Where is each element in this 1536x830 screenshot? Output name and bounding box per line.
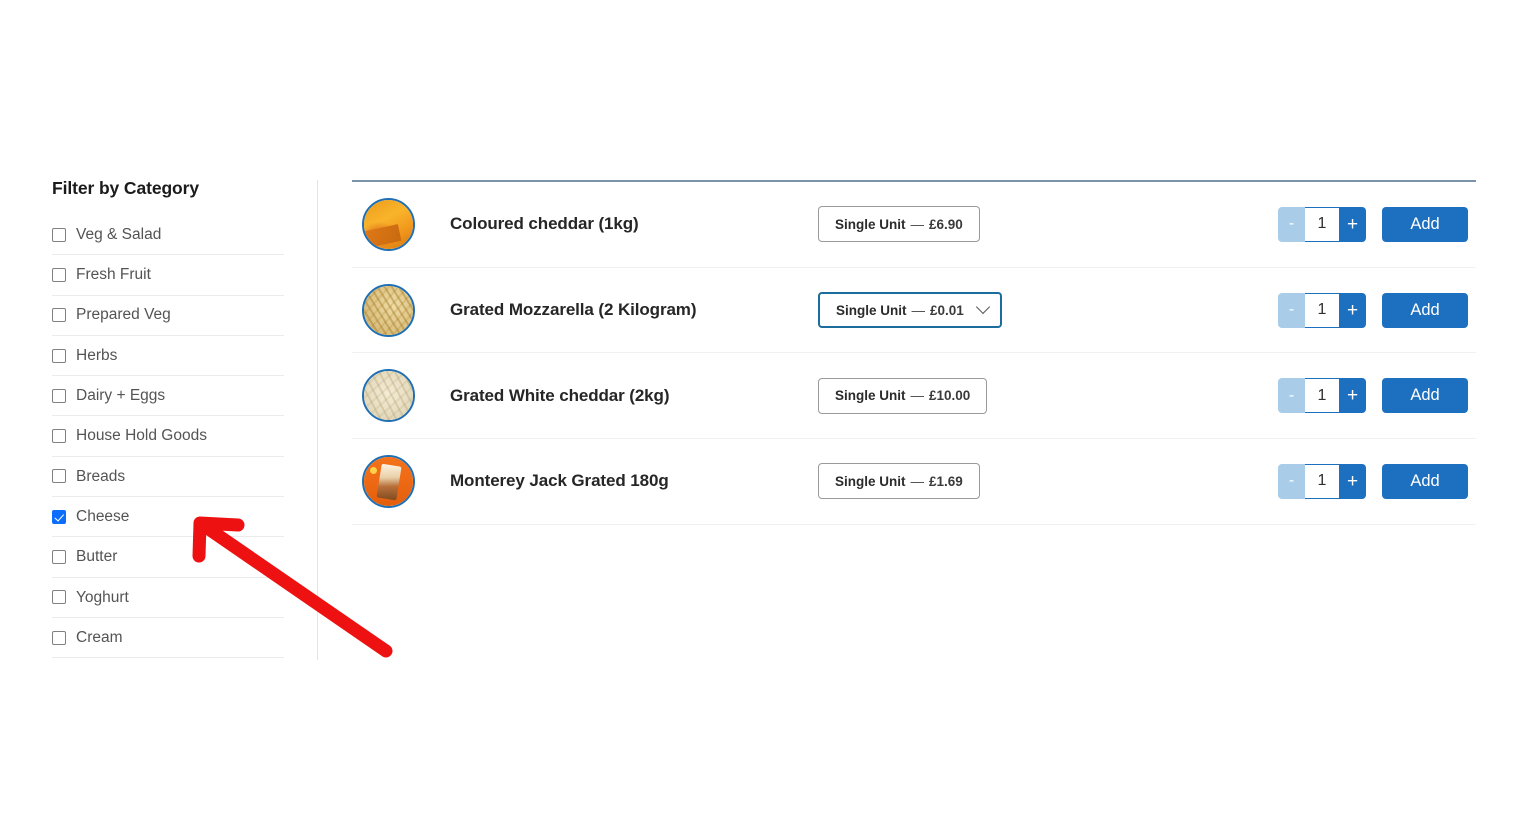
category-filter-list: Veg & Salad Fresh Fruit Prepared Veg Herbs D… bbox=[52, 215, 284, 659]
quantity-increase-button[interactable]: + bbox=[1339, 206, 1366, 242]
product-row: Coloured cheddar (1kg) Single Unit — £6.90 -… bbox=[352, 182, 1476, 268]
quantity-stepper: -1 + bbox=[1278, 206, 1366, 242]
quantity-decrease-button[interactable]: - bbox=[1278, 292, 1305, 328]
add-to-cart-button[interactable]: Add bbox=[1382, 292, 1468, 328]
category-filter-item[interactable]: Breads bbox=[52, 457, 284, 498]
add-to-cart-button[interactable]: Add bbox=[1382, 206, 1468, 242]
unit-price-value: £1.69 bbox=[929, 473, 963, 489]
checkbox-checked-icon[interactable] bbox=[52, 509, 66, 524]
unit-price-separator: — bbox=[911, 302, 926, 318]
product-row-actions: -1 + Add bbox=[1278, 206, 1468, 242]
unit-price-separator: — bbox=[910, 473, 925, 489]
quantity-decrease-button[interactable]: - bbox=[1278, 206, 1305, 242]
add-to-cart-button[interactable]: Add bbox=[1382, 378, 1468, 414]
unit-price-box[interactable]: Single Unit — £1.69 bbox=[818, 463, 980, 500]
quantity-input[interactable]: 1 bbox=[1305, 206, 1339, 242]
monterey-jack-pack-image bbox=[364, 456, 413, 506]
checkbox-unchecked-icon[interactable] bbox=[52, 630, 66, 645]
unit-price-box[interactable]: Single Unit — £6.90 bbox=[818, 206, 980, 243]
checkbox-unchecked-icon[interactable] bbox=[52, 227, 66, 242]
category-filter-item[interactable]: Herbs bbox=[52, 336, 284, 377]
filter-by-category-heading: Filter by Category bbox=[52, 178, 199, 198]
quantity-input[interactable]: 1 bbox=[1305, 463, 1339, 499]
product-row: Monterey Jack Grated 180g Single Unit — £1.… bbox=[352, 439, 1476, 525]
grated-white-cheddar-image bbox=[364, 371, 413, 421]
product-thumbnail[interactable] bbox=[362, 197, 415, 251]
unit-price-box[interactable]: Single Unit — £10.00 bbox=[818, 377, 988, 414]
quantity-increase-button[interactable]: + bbox=[1339, 463, 1366, 499]
product-row: Grated White cheddar (2kg) Single Unit — £1… bbox=[352, 353, 1476, 440]
quantity-stepper: -1 + bbox=[1278, 292, 1366, 328]
product-row-actions: -1 + Add bbox=[1278, 378, 1468, 414]
category-filter-item[interactable]: Yoghurt bbox=[52, 578, 284, 618]
unit-label: Single Unit bbox=[835, 473, 906, 489]
quantity-stepper: -1 + bbox=[1278, 463, 1366, 499]
category-filter-item[interactable]: Cheese bbox=[52, 497, 284, 538]
category-filter-label: Veg & Salad bbox=[76, 225, 162, 243]
category-filter-item[interactable]: Butter bbox=[52, 537, 284, 578]
category-filter-label: Cheese bbox=[76, 507, 130, 525]
quantity-input[interactable]: 1 bbox=[1305, 378, 1339, 414]
cheddar-block-image bbox=[364, 199, 413, 249]
unit-price-value: £10.00 bbox=[929, 388, 971, 404]
unit-label: Single Unit bbox=[836, 302, 907, 318]
quantity-decrease-button[interactable]: - bbox=[1278, 463, 1305, 499]
quantity-input[interactable]: 1 bbox=[1305, 292, 1339, 328]
sidebar-content-divider bbox=[317, 180, 318, 660]
product-thumbnail[interactable] bbox=[362, 283, 415, 337]
category-filter-item[interactable]: House Hold Goods bbox=[52, 416, 284, 457]
checkbox-unchecked-icon[interactable] bbox=[52, 550, 66, 565]
unit-price-select[interactable]: Single Unit — £0.01 bbox=[818, 292, 1002, 329]
product-rows-container: Coloured cheddar (1kg) Single Unit — £6.90-… bbox=[352, 182, 1476, 525]
quantity-increase-button[interactable]: + bbox=[1339, 378, 1366, 414]
category-filter-item[interactable]: Fresh Fruit bbox=[52, 255, 284, 296]
checkbox-unchecked-icon[interactable] bbox=[52, 348, 66, 363]
category-filter-label: Yoghurt bbox=[76, 588, 129, 606]
chevron-down-icon[interactable] bbox=[975, 299, 990, 315]
product-list: Coloured cheddar (1kg) Single Unit — £6.90-… bbox=[352, 180, 1476, 525]
category-filter-label: Fresh Fruit bbox=[76, 266, 151, 284]
category-filter-label: House Hold Goods bbox=[76, 427, 207, 445]
product-name: Coloured cheddar (1kg) bbox=[450, 214, 639, 234]
category-filter-label: Herbs bbox=[76, 346, 118, 364]
category-filter-item[interactable]: Prepared Veg bbox=[52, 296, 284, 336]
checkbox-unchecked-icon[interactable] bbox=[52, 267, 66, 282]
grated-mozzarella-image bbox=[364, 285, 413, 335]
category-filter-item[interactable]: Dairy + Eggs bbox=[52, 376, 284, 417]
product-name: Monterey Jack Grated 180g bbox=[450, 471, 669, 491]
category-filter-label: Prepared Veg bbox=[76, 306, 171, 324]
quantity-increase-button[interactable]: + bbox=[1339, 292, 1366, 328]
unit-price-separator: — bbox=[910, 388, 925, 404]
product-row-actions: -1 + Add bbox=[1278, 292, 1468, 328]
category-filter-sidebar: Filter by Category Veg & Salad Fresh Frui… bbox=[52, 178, 284, 659]
category-filter-item[interactable]: Cream bbox=[52, 618, 284, 659]
category-filter-label: Dairy + Eggs bbox=[76, 387, 166, 405]
product-thumbnail[interactable] bbox=[362, 454, 415, 508]
product-row: Grated Mozzarella (2 Kilogram) Single Uni… bbox=[352, 268, 1476, 354]
category-filter-label: Cream bbox=[76, 628, 123, 646]
product-row-actions: -1 + Add bbox=[1278, 463, 1468, 499]
checkbox-unchecked-icon[interactable] bbox=[52, 388, 66, 403]
unit-label: Single Unit bbox=[835, 216, 906, 232]
product-name: Grated Mozzarella (2 Kilogram) bbox=[450, 300, 697, 320]
category-filter-label: Butter bbox=[76, 548, 118, 566]
quantity-stepper: -1 + bbox=[1278, 378, 1366, 414]
unit-label: Single Unit bbox=[835, 388, 906, 404]
category-filter-label: Breads bbox=[76, 467, 126, 485]
checkbox-unchecked-icon[interactable] bbox=[52, 469, 66, 484]
checkbox-unchecked-icon[interactable] bbox=[52, 429, 66, 444]
unit-price-value: £0.01 bbox=[930, 302, 964, 318]
add-to-cart-button[interactable]: Add bbox=[1382, 463, 1468, 499]
checkbox-unchecked-icon[interactable] bbox=[52, 308, 66, 323]
checkbox-unchecked-icon[interactable] bbox=[52, 590, 66, 605]
quantity-decrease-button[interactable]: - bbox=[1278, 378, 1305, 414]
product-thumbnail[interactable] bbox=[362, 369, 415, 423]
product-name: Grated White cheddar (2kg) bbox=[450, 385, 670, 405]
category-filter-item[interactable]: Veg & Salad bbox=[52, 215, 284, 256]
page-root: Filter by Category Veg & Salad Fresh Frui… bbox=[0, 0, 1536, 830]
unit-price-separator: — bbox=[910, 216, 925, 232]
unit-price-value: £6.90 bbox=[929, 216, 963, 232]
